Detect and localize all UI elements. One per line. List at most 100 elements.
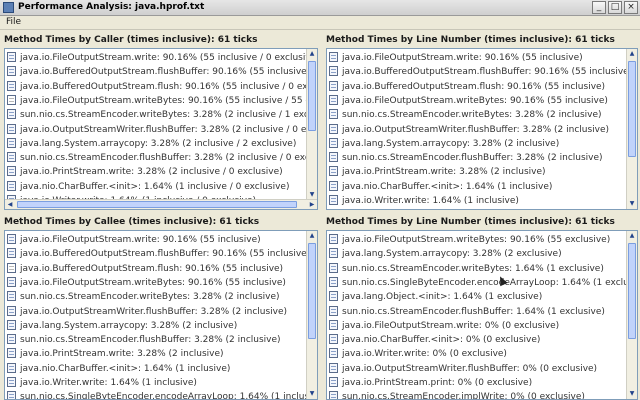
list-item[interactable]: sun.nio.cs.SingleByteEncoder.encodeArray… bbox=[7, 390, 318, 400]
list-item[interactable]: sun.nio.cs.StreamEncoder.flushBuffer: 3.… bbox=[7, 333, 281, 347]
method-icon bbox=[7, 305, 16, 316]
list-item[interactable]: java.io.FileOutputStream.writeBytes: 90.… bbox=[329, 233, 610, 247]
list-item[interactable]: java.io.Writer.write: 1.64% (1 inclusive… bbox=[7, 376, 197, 390]
method-list[interactable]: java.io.FileOutputStream.writeBytes: 90.… bbox=[326, 230, 638, 400]
maximize-button[interactable]: □ bbox=[608, 1, 622, 14]
list-item[interactable]: java.lang.Object.<init>: 1.64% (1 exclus… bbox=[329, 290, 542, 304]
list-item[interactable]: java.io.BufferedOutputStream.flush: 90.1… bbox=[329, 80, 605, 94]
list-item[interactable]: java.io.OutputStreamWriter.flushBuffer: … bbox=[7, 123, 318, 137]
method-icon bbox=[329, 152, 338, 163]
vertical-scrollbar[interactable]: ▲ ▼ bbox=[306, 49, 317, 200]
scroll-thumb[interactable] bbox=[308, 243, 316, 339]
scroll-thumb[interactable] bbox=[628, 61, 636, 157]
scroll-up-icon[interactable]: ▲ bbox=[627, 49, 637, 59]
method-icon bbox=[7, 152, 16, 163]
list-item[interactable]: java.io.FileOutputStream.write: 90.16% (… bbox=[7, 51, 318, 65]
method-icon bbox=[329, 209, 338, 210]
scroll-down-icon[interactable]: ▼ bbox=[307, 389, 317, 399]
list-item-label: java.lang.System.arraycopy: 3.28% (2 exc… bbox=[342, 249, 562, 260]
list-item[interactable]: java.io.FileOutputStream.writeBytes: 90.… bbox=[7, 276, 286, 290]
method-icon bbox=[7, 180, 16, 191]
list-item[interactable]: sun.nio.cs.StreamEncoder.writeBytes: 1.6… bbox=[329, 262, 604, 276]
list-item-label: java.io.Writer.write: 0% (0 exclusive) bbox=[342, 349, 507, 360]
list-item[interactable]: java.io.BufferedOutputStream.flushBuffer… bbox=[329, 65, 632, 79]
list-item[interactable]: sun.nio.cs.StreamEncoder.flushBuffer: 1.… bbox=[329, 305, 605, 319]
method-list[interactable]: java.io.FileOutputStream.write: 90.16% (… bbox=[4, 48, 318, 210]
scroll-thumb[interactable] bbox=[308, 61, 316, 131]
list-item[interactable]: java.nio.CharBuffer.<init>: 0% (0 exclus… bbox=[329, 333, 540, 347]
list-item[interactable]: sun.nio.cs.StreamEncoder.writeBytes: 3.2… bbox=[329, 108, 602, 122]
method-icon bbox=[329, 391, 338, 399]
scroll-down-icon[interactable]: ▼ bbox=[627, 199, 637, 209]
list-item[interactable]: java.io.PrintStream.print: 0% (0 exclusi… bbox=[329, 376, 532, 390]
list-item[interactable]: java.io.PrintStream.write: 3.28% (2 incl… bbox=[7, 347, 224, 361]
list-item[interactable]: java.io.Writer.write: 1.64% (1 inclusive… bbox=[329, 194, 519, 208]
method-icon bbox=[7, 52, 16, 62]
list-item[interactable]: sun.nio.cs.StreamEncoder.implWrite: 0% (… bbox=[329, 390, 585, 399]
list-item-label: java.io.FileOutputStream.write: 90.16% (… bbox=[20, 53, 318, 63]
list-item[interactable]: java.io.BufferedOutputStream.flushBuffer… bbox=[7, 247, 310, 261]
list-item[interactable]: java.lang.System.arraycopy: 3.28% (2 inc… bbox=[7, 319, 237, 333]
scroll-thumb-horizontal[interactable] bbox=[17, 201, 297, 208]
list-item[interactable]: java.lang.System.arraycopy: 3.28% (2 inc… bbox=[7, 137, 296, 151]
scroll-right-icon[interactable]: ▶ bbox=[307, 200, 317, 209]
list-item[interactable]: java.io.Writer.write: 0% (0 exclusive) bbox=[329, 347, 507, 361]
method-icon bbox=[329, 94, 338, 105]
method-list[interactable]: java.io.FileOutputStream.write: 90.16% (… bbox=[326, 48, 638, 210]
method-icon bbox=[7, 80, 16, 91]
list-item[interactable]: sun.nio.cs.SingleByteEncoder.encodeArray… bbox=[329, 208, 637, 210]
list-item[interactable]: sun.nio.cs.StreamEncoder.flushBuffer: 3.… bbox=[329, 151, 603, 165]
method-icon bbox=[7, 348, 16, 359]
list-item[interactable]: java.io.BufferedOutputStream.flush: 90.1… bbox=[7, 80, 317, 94]
method-icon bbox=[329, 362, 338, 373]
list-item[interactable]: java.io.FileOutputStream.writeBytes: 90.… bbox=[7, 94, 317, 108]
scroll-thumb[interactable] bbox=[628, 243, 636, 339]
scroll-down-icon[interactable]: ▼ bbox=[627, 389, 637, 399]
method-icon bbox=[329, 195, 338, 205]
scroll-up-icon[interactable]: ▲ bbox=[307, 49, 317, 59]
list-item[interactable]: sun.nio.cs.SingleByteEncoder.encodeArray… bbox=[329, 276, 637, 290]
list-item-label: sun.nio.cs.SingleByteEncoder.encodeArray… bbox=[20, 392, 318, 400]
method-icon bbox=[329, 234, 338, 244]
scroll-up-icon[interactable]: ▲ bbox=[307, 231, 317, 241]
list-item[interactable]: java.io.OutputStreamWriter.flushBuffer: … bbox=[329, 362, 597, 376]
list-item[interactable]: java.io.BufferedOutputStream.flush: 90.1… bbox=[7, 262, 283, 276]
list-item-label: java.io.OutputStreamWriter.flushBuffer: … bbox=[20, 124, 318, 135]
list-item-label: java.nio.CharBuffer.<init>: 1.64% (1 inc… bbox=[20, 363, 231, 374]
list-item[interactable]: java.io.PrintStream.write: 3.28% (2 incl… bbox=[7, 165, 283, 179]
vertical-scrollbar[interactable]: ▲ ▼ bbox=[626, 49, 637, 209]
list-item[interactable]: java.nio.CharBuffer.<init>: 1.64% (1 inc… bbox=[7, 362, 230, 376]
list-item[interactable]: sun.nio.cs.StreamEncoder.flushBuffer: 3.… bbox=[7, 151, 317, 165]
minimize-button[interactable]: _ bbox=[592, 1, 606, 14]
list-item[interactable]: java.io.PrintStream.write: 3.28% (2 incl… bbox=[329, 165, 546, 179]
list-item[interactable]: java.lang.System.arraycopy: 3.28% (2 inc… bbox=[329, 137, 559, 151]
menu-file[interactable]: File bbox=[6, 17, 21, 27]
list-item-label: java.io.Writer.write: 1.64% (1 inclusive… bbox=[342, 196, 519, 206]
list-item[interactable]: java.io.FileOutputStream.writeBytes: 90.… bbox=[329, 94, 608, 108]
method-icon bbox=[7, 137, 16, 148]
list-item-label: java.io.PrintStream.print: 0% (0 exclusi… bbox=[342, 378, 533, 388]
list-item[interactable]: java.io.OutputStreamWriter.flushBuffer: … bbox=[7, 305, 287, 319]
list-item[interactable]: java.lang.System.arraycopy: 3.28% (2 exc… bbox=[329, 247, 562, 261]
list-item[interactable]: java.io.FileOutputStream.write: 90.16% (… bbox=[329, 51, 583, 65]
list-item[interactable]: java.nio.CharBuffer.<init>: 1.64% (1 inc… bbox=[329, 180, 552, 194]
close-button[interactable]: × bbox=[624, 1, 638, 14]
list-item[interactable]: java.io.FileOutputStream.write: 0% (0 ex… bbox=[329, 319, 559, 333]
list-item[interactable]: java.io.OutputStreamWriter.flushBuffer: … bbox=[329, 123, 609, 137]
list-item-label: sun.nio.cs.StreamEncoder.writeBytes: 3.2… bbox=[20, 292, 280, 303]
scroll-up-icon[interactable]: ▲ bbox=[627, 231, 637, 241]
method-icon bbox=[329, 348, 338, 359]
list-item[interactable]: sun.nio.cs.StreamEncoder.writeBytes: 3.2… bbox=[7, 108, 317, 122]
list-item[interactable]: sun.nio.cs.StreamEncoder.writeBytes: 3.2… bbox=[7, 290, 280, 304]
vertical-scrollbar[interactable]: ▲ ▼ bbox=[306, 231, 317, 399]
vertical-scrollbar[interactable]: ▲ ▼ bbox=[626, 231, 637, 399]
method-list[interactable]: java.io.FileOutputStream.write: 90.16% (… bbox=[4, 230, 318, 400]
list-item[interactable]: java.nio.CharBuffer.<init>: 1.64% (1 inc… bbox=[7, 180, 289, 194]
list-item[interactable]: java.io.FileOutputStream.write: 90.16% (… bbox=[7, 233, 261, 247]
horizontal-scrollbar[interactable]: ◀ ▶ bbox=[5, 199, 317, 209]
list-item[interactable]: java.io.BufferedOutputStream.flushBuffer… bbox=[7, 65, 317, 79]
method-icon bbox=[329, 334, 338, 345]
panel-title: Method Times by Line Number (times inclu… bbox=[326, 217, 615, 227]
scroll-left-icon[interactable]: ◀ bbox=[5, 200, 15, 209]
method-icon bbox=[7, 109, 16, 120]
